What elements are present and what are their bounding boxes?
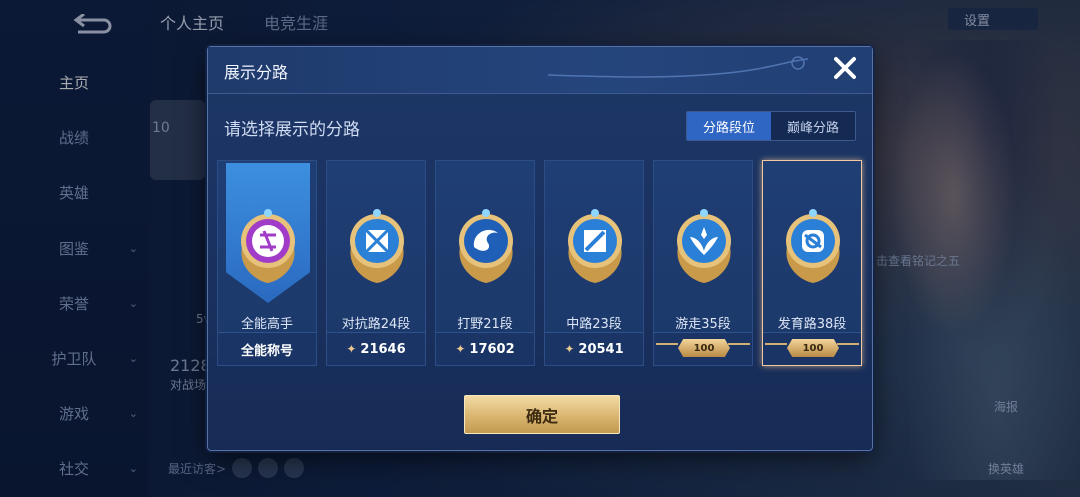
dialog-header: 展示分路 bbox=[208, 47, 872, 94]
card-name: 打野21段 bbox=[457, 317, 513, 332]
peak-plaque: 100 bbox=[678, 339, 730, 357]
card-name: 发育路38段 bbox=[777, 317, 847, 332]
points-icon: ✦ bbox=[564, 342, 575, 356]
lane-card-farm[interactable]: 发育路38段 100 bbox=[762, 160, 862, 366]
tab-lane-rank[interactable]: 分路段位 bbox=[687, 112, 771, 140]
all-round-badge-icon bbox=[241, 209, 295, 283]
points-icon: ✦ bbox=[455, 342, 466, 356]
card-name: 中路23段 bbox=[566, 317, 622, 332]
card-footer: 100 bbox=[654, 332, 752, 365]
lane-card-all-round[interactable]: 全能高手 全能称号 bbox=[217, 160, 317, 366]
card-name: 全能高手 bbox=[240, 317, 293, 332]
card-footer: 100 bbox=[763, 332, 861, 365]
card-name: 游走35段 bbox=[675, 317, 731, 332]
card-footer: 全能称号 bbox=[218, 332, 316, 365]
confirm-button[interactable]: 确定 bbox=[464, 395, 620, 434]
dialog-title: 展示分路 bbox=[224, 63, 289, 82]
roam-badge-icon bbox=[677, 209, 731, 283]
lane-card-jungle[interactable]: 打野21段 ✦ 17602 bbox=[435, 160, 535, 366]
close-icon bbox=[834, 57, 856, 79]
mid-lane-badge-icon bbox=[568, 209, 622, 283]
card-footer: ✦ 21646 bbox=[327, 332, 425, 365]
lane-card-mid[interactable]: 中路23段 ✦ 20541 bbox=[544, 160, 644, 366]
close-button[interactable] bbox=[830, 53, 860, 83]
tab-group: 分路段位 巅峰分路 bbox=[686, 111, 856, 141]
lane-card-roam[interactable]: 游走35段 100 bbox=[653, 160, 753, 366]
clash-lane-badge-icon bbox=[350, 209, 404, 283]
card-footer: ✦ 20541 bbox=[545, 332, 643, 365]
peak-plaque: 100 bbox=[787, 339, 839, 357]
jungle-badge-icon bbox=[459, 209, 513, 283]
lane-display-dialog: 展示分路 请选择展示的分路 分路段位 巅峰分路 全能高手 全能称号 对抗路24段… bbox=[207, 46, 873, 451]
points-icon: ✦ bbox=[346, 342, 357, 356]
tab-peak-lane[interactable]: 巅峰分路 bbox=[771, 112, 855, 140]
card-name: 对抗路24段 bbox=[341, 317, 411, 332]
dialog-subtitle: 请选择展示的分路 bbox=[224, 120, 360, 140]
lane-card-clash[interactable]: 对抗路24段 ✦ 21646 bbox=[326, 160, 426, 366]
card-footer: ✦ 17602 bbox=[436, 332, 534, 365]
farm-lane-badge-icon bbox=[786, 209, 840, 283]
header-swirl-decoration bbox=[548, 56, 808, 78]
